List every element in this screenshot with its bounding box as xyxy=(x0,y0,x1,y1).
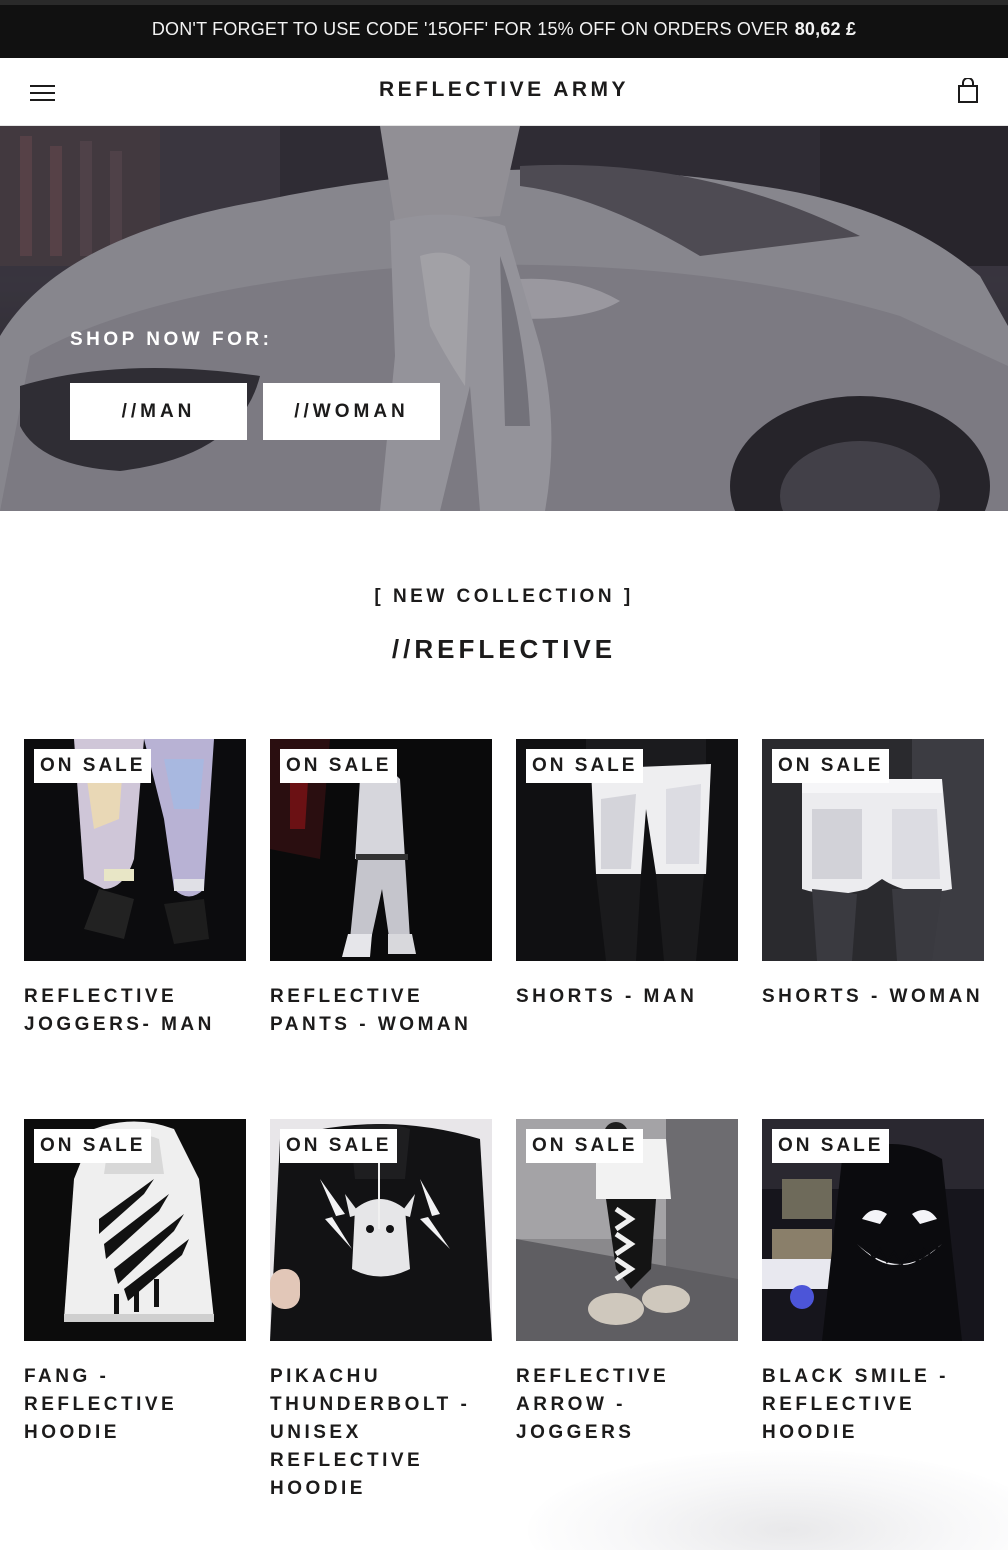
product-image[interactable]: ON SALE xyxy=(762,1119,984,1341)
announcement-text: DON'T FORGET TO USE CODE '15OFF' FOR 15%… xyxy=(151,18,789,39)
announcement-bar: DON'T FORGET TO USE CODE '15OFF' FOR 15%… xyxy=(0,0,1008,58)
product-image[interactable]: ON SALE xyxy=(24,1119,246,1341)
product-title[interactable]: FANG - REFLECTIVE HOODIE xyxy=(24,1363,254,1447)
site-header: REFLECTIVE ARMY xyxy=(0,58,1008,126)
product-image[interactable]: ON SALE xyxy=(516,739,738,961)
shop-man-button[interactable]: //MAN xyxy=(70,383,247,440)
shopping-bag-icon[interactable] xyxy=(958,78,978,104)
shop-woman-button[interactable]: //WOMAN xyxy=(263,383,440,440)
product-title[interactable]: SHORTS - WOMAN xyxy=(762,983,992,1011)
hero-image xyxy=(0,126,1008,511)
announcement-amount: 80,62 £ xyxy=(794,18,857,39)
sale-badge: ON SALE xyxy=(34,1129,152,1163)
sale-badge: ON SALE xyxy=(772,1129,890,1163)
product-title[interactable]: SHORTS - MAN xyxy=(516,983,746,1011)
sale-badge: ON SALE xyxy=(526,1129,644,1163)
product-title[interactable]: BLACK SMILE - REFLECTIVE HOODIE xyxy=(762,1363,992,1447)
chat-widget-shadow xyxy=(528,1450,1008,1550)
hero-banner: SHOP NOW FOR: //MAN //WOMAN xyxy=(0,126,1008,511)
product-image[interactable]: ON SALE xyxy=(24,739,246,961)
product-image[interactable]: ON SALE xyxy=(516,1119,738,1341)
sale-badge: ON SALE xyxy=(772,749,890,783)
sale-badge: ON SALE xyxy=(34,749,152,783)
product-title[interactable]: PIKACHU THUNDERBOLT - UNISEX REFLECTIVE … xyxy=(270,1363,500,1503)
product-image[interactable]: ON SALE xyxy=(762,739,984,961)
product-image[interactable]: ON SALE xyxy=(270,1119,492,1341)
collection-subtitle: [ NEW COLLECTION ] xyxy=(374,586,634,607)
collection-title[interactable]: //REFLECTIVE xyxy=(0,634,1008,665)
top-rule xyxy=(0,0,1008,5)
sale-badge: ON SALE xyxy=(280,1129,398,1163)
product-title[interactable]: REFLECTIVE JOGGERS- MAN xyxy=(24,983,254,1039)
product-image[interactable]: ON SALE xyxy=(270,739,492,961)
sale-badge: ON SALE xyxy=(526,749,644,783)
product-title[interactable]: REFLECTIVE ARROW - JOGGERS xyxy=(516,1363,746,1447)
store-logo[interactable]: REFLECTIVE ARMY xyxy=(0,78,1008,102)
sale-badge: ON SALE xyxy=(280,749,398,783)
hero-label: SHOP NOW FOR: xyxy=(70,329,273,350)
product-title[interactable]: REFLECTIVE PANTS - WOMAN xyxy=(270,983,500,1039)
